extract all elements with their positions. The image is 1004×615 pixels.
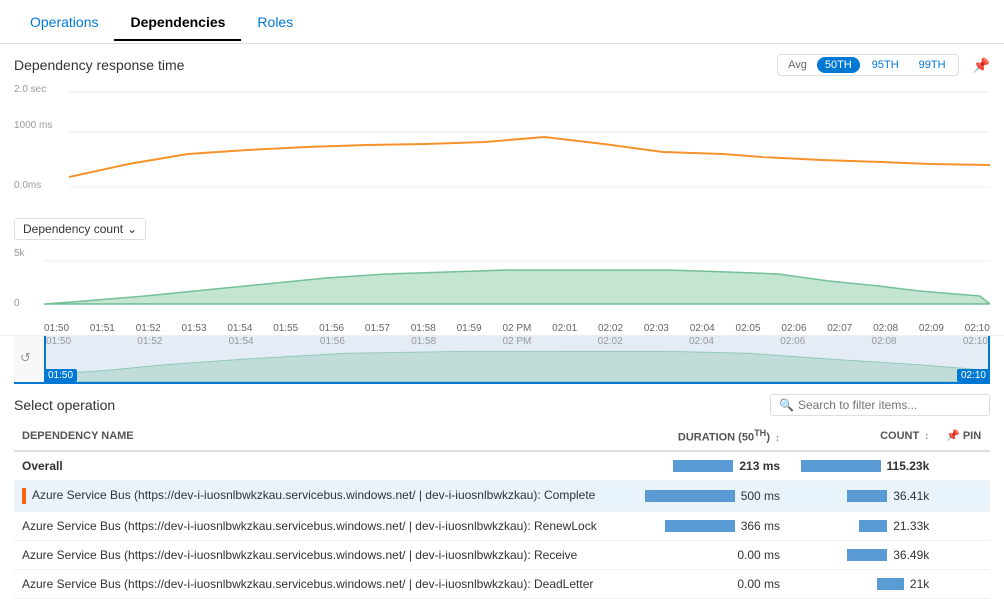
y-label-5k: 5k	[14, 248, 25, 259]
tab-dependencies[interactable]: Dependencies	[114, 4, 241, 40]
tl-16: 02:05	[736, 323, 761, 334]
tab-roles[interactable]: Roles	[241, 4, 309, 40]
tl-1: 01:50	[44, 323, 69, 334]
tl-7: 01:56	[319, 323, 344, 334]
col-header-name: DEPENDENCY NAME	[14, 422, 623, 451]
select-operation-title: Select operation	[14, 397, 115, 413]
tab-bar: Operations Dependencies Roles	[0, 0, 1004, 44]
tl-14: 02:03	[644, 323, 669, 334]
tl-12: 02:01	[552, 323, 577, 334]
table-container: DEPENDENCY NAME DURATION (50TH) ↕ COUNT …	[0, 422, 1004, 599]
row-count: 115.23k	[788, 451, 937, 481]
tab-operations[interactable]: Operations	[14, 4, 114, 40]
select-operation-header: Select operation 🔍	[0, 384, 1004, 422]
row-count: 21k	[788, 569, 937, 598]
row-count: 21.33k	[788, 511, 937, 540]
row-count: 36.49k	[788, 540, 937, 569]
row-indicator	[22, 488, 26, 504]
tl-5: 01:54	[227, 323, 252, 334]
y-label-0ms: 0.0ms	[14, 180, 41, 191]
row-duration: 0.00 ms	[623, 569, 788, 598]
row-pin[interactable]	[937, 451, 990, 481]
tl-11: 02 PM	[502, 323, 531, 334]
chart1-title: Dependency response time	[14, 57, 184, 73]
tl-20: 02:09	[919, 323, 944, 334]
p99-button[interactable]: 99TH	[911, 57, 954, 73]
table-row[interactable]: Azure Service Bus (https://dev-i-iuosnlb…	[14, 540, 990, 569]
tl-19: 02:08	[873, 323, 898, 334]
col-header-count[interactable]: COUNT ↕	[788, 422, 937, 451]
tl-3: 01:52	[136, 323, 161, 334]
row-name: Overall	[14, 451, 623, 481]
row-duration: 213 ms	[623, 451, 788, 481]
tl-13: 02:02	[598, 323, 623, 334]
row-duration: 500 ms	[623, 480, 788, 511]
pin-header-icon: 📌	[946, 430, 960, 442]
brush-label-right: 02:10	[957, 369, 990, 382]
table-row[interactable]: Azure Service Bus (https://dev-i-iuosnlb…	[14, 480, 990, 511]
col-header-pin: 📌 PIN	[937, 422, 990, 451]
y-label-2sec: 2.0 sec	[14, 84, 46, 95]
search-icon: 🔍	[779, 398, 794, 412]
tl-10: 01:59	[457, 323, 482, 334]
row-duration: 0.00 ms	[623, 540, 788, 569]
tl-17: 02:06	[781, 323, 806, 334]
col-header-duration[interactable]: DURATION (50TH) ↕	[623, 422, 788, 451]
pin-button[interactable]: 📌	[973, 57, 990, 74]
row-pin[interactable]	[937, 540, 990, 569]
dependency-count-dropdown[interactable]: Dependency count ⌄	[14, 218, 146, 240]
tl-21: 02:10	[965, 323, 990, 334]
table-row[interactable]: Azure Service Bus (https://dev-i-iuosnlb…	[14, 569, 990, 598]
row-pin[interactable]	[937, 480, 990, 511]
brush-area[interactable]: ↺ 01:50 02:10 01:5001:5201:5401:5601:580…	[14, 336, 990, 384]
avg-label: Avg	[782, 57, 813, 73]
row-name: Azure Service Bus (https://dev-i-iuosnlb…	[14, 540, 623, 569]
chevron-down-icon: ⌄	[127, 222, 137, 236]
row-name: Azure Service Bus (https://dev-i-iuosnlb…	[14, 569, 623, 598]
row-name: Azure Service Bus (https://dev-i-iuosnlb…	[14, 480, 623, 511]
row-duration: 366 ms	[623, 511, 788, 540]
tl-15: 02:04	[690, 323, 715, 334]
tl-6: 01:55	[273, 323, 298, 334]
row-pin[interactable]	[937, 511, 990, 540]
row-count: 36.41k	[788, 480, 937, 511]
y-label-1000ms: 1000 ms	[14, 120, 52, 131]
timeline: 01:50 01:51 01:52 01:53 01:54 01:55 01:5…	[0, 321, 1004, 336]
table-row[interactable]: Azure Service Bus (https://dev-i-iuosnlb…	[14, 511, 990, 540]
tl-9: 01:58	[411, 323, 436, 334]
dropdown-label: Dependency count	[23, 222, 123, 236]
area-chart-svg	[44, 246, 990, 321]
tl-8: 01:57	[365, 323, 390, 334]
tl-4: 01:53	[182, 323, 207, 334]
row-name: Azure Service Bus (https://dev-i-iuosnlb…	[14, 511, 623, 540]
search-box[interactable]: 🔍	[770, 394, 990, 416]
p50-button[interactable]: 50TH	[817, 57, 860, 73]
y-label-0: 0	[14, 298, 20, 309]
tl-2: 01:51	[90, 323, 115, 334]
brush-label-left: 01:50	[44, 369, 77, 382]
row-pin[interactable]	[937, 569, 990, 598]
refresh-icon[interactable]: ↺	[20, 350, 31, 366]
percentile-bar: Avg 50TH 95TH 99TH	[777, 54, 958, 76]
line-chart-svg	[69, 82, 990, 212]
table-row[interactable]: Overall 213 ms 115.23k	[14, 451, 990, 481]
tl-18: 02:07	[827, 323, 852, 334]
p95-button[interactable]: 95TH	[864, 57, 907, 73]
search-input[interactable]	[798, 398, 981, 412]
